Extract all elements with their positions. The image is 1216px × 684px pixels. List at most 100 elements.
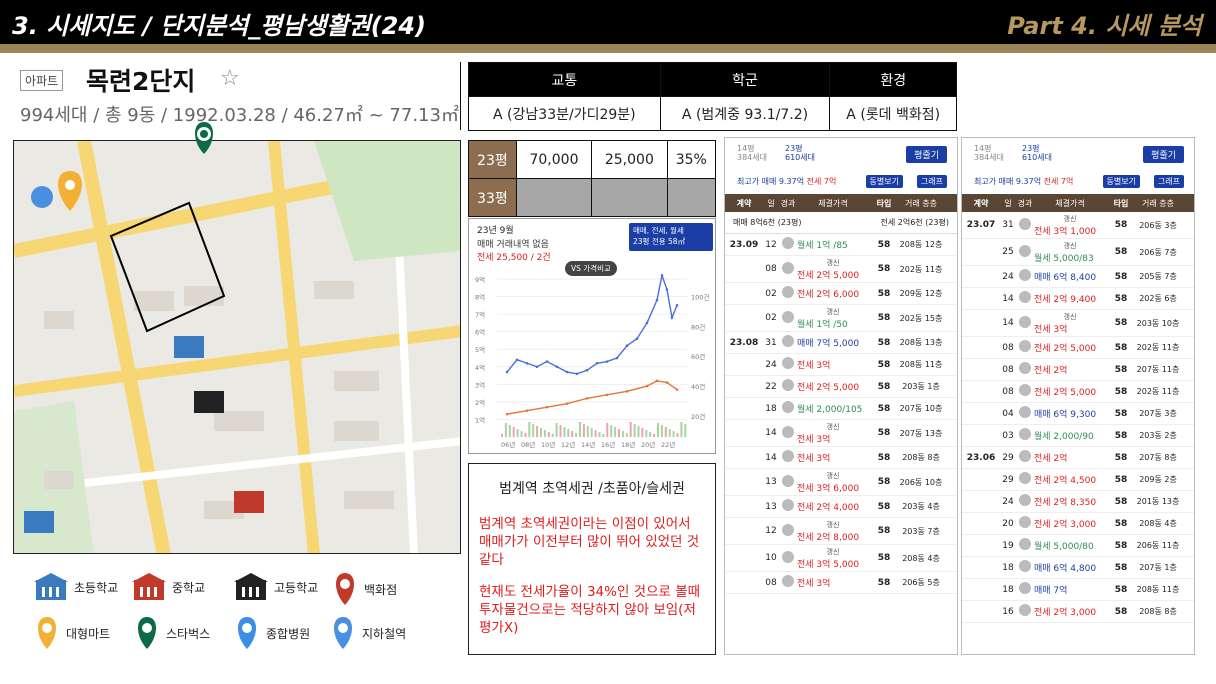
- floor: 203동 2층: [1139, 431, 1177, 440]
- day: 14: [765, 428, 777, 438]
- deal-price: 전세 3억: [797, 358, 869, 371]
- legend-label: 종합병원: [266, 626, 311, 641]
- data-point: [535, 365, 539, 369]
- table-row[interactable]: 29 전세 2억 4,500 58 209동 2층: [962, 469, 1194, 491]
- y-tick-label: 2억: [475, 399, 485, 407]
- data-point: [555, 365, 559, 369]
- table-row[interactable]: 04 매매 6억 9,300 58 207동 3층: [962, 403, 1194, 425]
- table-row[interactable]: 14 전세 2억 9,400 58 202동 6층: [962, 288, 1194, 310]
- col-header: 경과: [780, 198, 796, 208]
- type: 58: [877, 526, 891, 536]
- price-text: 전세 2억 5,000: [797, 383, 860, 393]
- legend-item: 대형마트: [34, 616, 110, 650]
- table-row[interactable]: 03 월세 2,000/90 58 203동 2층: [962, 425, 1194, 447]
- floor: 208동 13층: [899, 338, 943, 347]
- day: 08: [765, 577, 777, 588]
- deal-price: 월세 2,000/105: [797, 402, 869, 415]
- table-row[interactable]: 08 전세 2억 5,000 58 202동 11층: [962, 381, 1194, 403]
- table-row[interactable]: 23.06 29 전세 2억 58 207동 8층: [962, 447, 1194, 469]
- table-row[interactable]: 23.07 31 갱신 전세 3억 1,000 58 206동 3층: [962, 212, 1194, 239]
- table-row[interactable]: 22 전세 2억 5,000 58 203동 1층: [725, 376, 957, 398]
- size-select-button[interactable]: 평줄기: [906, 146, 947, 163]
- price-text: 전세 2억 8,000: [797, 532, 860, 543]
- day: 04: [1002, 408, 1014, 419]
- table-row[interactable]: 18 매매 7억 58 208동 11층: [962, 579, 1194, 601]
- chart-plot: 9억 8억 7억 6억 5억 4억 3억 2억 1억 100건 80건 60건 40건 20건 06년 08년…: [475, 272, 709, 449]
- deal-price: 전세 2억 4,000: [797, 500, 869, 513]
- y-tick-label: 8억: [475, 294, 485, 302]
- price-text: 월세 5,000/80: [1034, 542, 1094, 552]
- legend-label: 중학교: [172, 580, 206, 595]
- table-row[interactable]: 23.08 31 매매 7억 5,000 58 208동 13층: [725, 332, 957, 354]
- day: 13: [765, 501, 777, 512]
- table-row[interactable]: 08 전세 2억 5,000 58 202동 11층: [962, 337, 1194, 359]
- table-row[interactable]: 14 갱신 전세 3억 58 207동 13층: [725, 420, 957, 447]
- table-row[interactable]: 18 월세 2,000/105 58 207동 10층: [725, 398, 957, 420]
- table-row[interactable]: 14 전세 3억 58 208동 8층: [725, 447, 957, 469]
- floor: 201동 13층: [1136, 497, 1180, 506]
- map[interactable]: [13, 140, 461, 554]
- deal-price: 전세 3억: [797, 576, 869, 589]
- table-row[interactable]: 08 갱신 전세 2억 5,000 58 202동 11층: [725, 256, 957, 283]
- grade-header-transport: 교통: [468, 62, 661, 97]
- type: 58: [877, 403, 891, 414]
- price-text: 전세 2억 3,000: [1034, 608, 1097, 618]
- type: 58: [1114, 496, 1128, 507]
- size-select-button[interactable]: 평줄기: [1143, 146, 1184, 163]
- table-row[interactable]: 24 전세 3억 58 208동 11층: [725, 354, 957, 376]
- data-point: [545, 360, 549, 363]
- table-row[interactable]: 16 전세 2억 3,000 58 208동 8층: [962, 601, 1194, 623]
- elementary-school-icon: [34, 573, 68, 600]
- table-row[interactable]: 12 갱신 전세 2억 8,000 58 203동 7층: [725, 518, 957, 545]
- table-row[interactable]: 13 전세 2억 4,000 58 203동 4층: [725, 496, 957, 518]
- data-point: [665, 288, 669, 291]
- floor: 208동 11층: [899, 360, 943, 369]
- table-row[interactable]: 02 전세 2억 6,000 58 209동 12층: [725, 283, 957, 305]
- day: 24: [1002, 271, 1014, 282]
- table-row[interactable]: 24 매매 6억 8,400 58 205동 7층: [962, 266, 1194, 288]
- data-point: [615, 356, 619, 360]
- data-point: [645, 321, 649, 325]
- x-tick-label: 08년: [521, 440, 535, 449]
- dong-view-button[interactable]: 동별보기: [865, 175, 903, 188]
- legend-label: 백화점: [364, 582, 398, 597]
- table-row[interactable]: 13 갱신 전세 3억 6,000 58 206동 10층: [725, 469, 957, 496]
- elapsed-icon: [1016, 604, 1034, 619]
- table-row[interactable]: 08 전세 2억 58 207동 11층: [962, 359, 1194, 381]
- volume-bar: [540, 428, 542, 437]
- table-row[interactable]: 24 전세 2억 8,350 58 201동 13층: [962, 491, 1194, 513]
- table-row[interactable]: 02 갱신 월세 1억 /50 58 202동 15층: [725, 305, 957, 332]
- elapsed-icon: [779, 575, 797, 590]
- table-row[interactable]: 23.09 12 월세 1억 /85 58 208동 12층: [725, 234, 957, 256]
- price-text: 전세 2억 5,000: [1034, 344, 1097, 354]
- volume-bar: [680, 422, 683, 437]
- table-row[interactable]: 19 월세 5,000/80 58 206동 11층: [962, 535, 1194, 557]
- table-row[interactable]: 25 갱신 월세 5,000/83 58 206동 7층: [962, 239, 1194, 266]
- table-row[interactable]: 18 매매 6억 4,800 58 207동 1층: [962, 557, 1194, 579]
- price-text: 전세 2억 5,000: [797, 270, 860, 281]
- graph-button[interactable]: 그래프: [1153, 175, 1184, 188]
- day: 25: [1002, 247, 1014, 257]
- max-price: 최고가 매매 9.37억: [737, 177, 805, 186]
- volume-bar: [610, 425, 613, 437]
- transaction-panel-2[interactable]: 14평 384세대 23평 610세대 평줄기 최고가 매매 9.37억 전세 7억…: [961, 137, 1195, 655]
- graph-button[interactable]: 그래프: [916, 175, 947, 188]
- renewal-tag: 갱신: [826, 258, 840, 267]
- elapsed-icon: [779, 310, 797, 326]
- transaction-panel-1[interactable]: 14평 384세대 23평 610세대 평줄기 최고가 매매 9.37억 전세 7억…: [724, 137, 958, 655]
- table-row[interactable]: 20 전세 2억 3,000 58 208동 4층: [962, 513, 1194, 535]
- panel-size-info: 14평 384세대: [974, 144, 1004, 162]
- table-row[interactable]: 14 갱신 전세 3억 58 203동 10층: [962, 310, 1194, 337]
- volume-bar: [660, 425, 663, 437]
- data-point: [655, 298, 659, 302]
- deal-price: 갱신 전세 2억 8,000: [797, 520, 869, 543]
- col-header: 거래 층층: [905, 198, 937, 208]
- volume-bar: [579, 422, 581, 437]
- star-icon[interactable]: ☆: [220, 66, 240, 91]
- table-row[interactable]: 08 전세 3억 58 206동 5층: [725, 572, 957, 594]
- col-header: 체결가격: [818, 198, 848, 208]
- y-tick-label: 3억: [475, 381, 485, 389]
- volume-bar: [664, 427, 667, 437]
- dong-view-button[interactable]: 동별보기: [1102, 175, 1140, 188]
- table-row[interactable]: 10 갱신 전세 3억 5,000 58 208동 4층: [725, 545, 957, 572]
